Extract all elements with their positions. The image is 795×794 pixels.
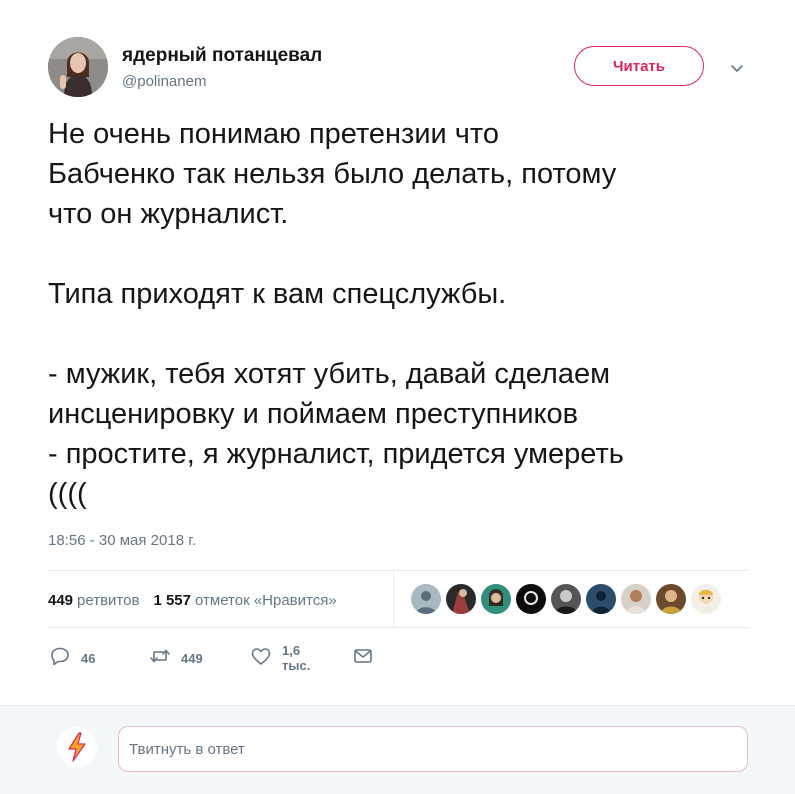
tweet-line-blank [48,314,748,354]
tweet-stats: 449 ретвитов 1 557 отметок «Нравится» [48,588,337,612]
liker-avatar[interactable] [690,583,722,615]
chevron-down-icon[interactable] [727,58,747,78]
reply-bar [0,705,795,794]
author-avatar[interactable] [48,37,108,97]
tweet-line: - мужик, тебя хотят убить, давай сделаем [48,358,611,390]
reply-icon [48,644,72,673]
direct-message-button[interactable] [351,646,375,670]
stats-divider [393,571,394,627]
author-name[interactable]: ядерный потанцевал [122,45,322,67]
like-count: 1,6 тыс. [282,643,311,673]
like-button[interactable]: 1,6 тыс. [249,643,311,673]
divider [48,627,748,628]
tweet-line-blank [48,234,748,274]
retweets-count[interactable]: 449 [48,592,73,609]
heart-icon [249,644,273,673]
liker-avatar[interactable] [480,583,512,615]
retweet-icon [148,644,172,673]
tweet-line: Не очень понимаю претензии что [48,118,500,150]
liker-avatar[interactable] [410,583,442,615]
liker-avatar[interactable] [620,583,652,615]
likes-label[interactable]: отметок «Нравится» [195,592,337,609]
liker-avatar[interactable] [585,583,617,615]
divider [48,570,748,571]
retweets-label[interactable]: ретвитов [77,592,139,609]
likes-count[interactable]: 1 557 [153,592,191,609]
reply-input[interactable] [118,726,748,772]
retweet-button[interactable]: 449 [148,646,203,670]
liker-avatar[interactable] [515,583,547,615]
tweet-line: инсценировку и поймаем преступников [48,398,579,430]
tweet-line: Бабченко так нельзя было делать, потому [48,158,617,190]
tweet-line: - простите, я журналист, придется умерет… [48,438,624,470]
current-user-avatar[interactable] [57,727,97,767]
tweet-line: (((( [48,478,87,510]
retweet-count: 449 [181,650,203,666]
follow-button[interactable]: Читать [574,46,704,86]
envelope-icon [351,644,375,673]
tweet-card: ядерный потанцевал @polinanem Читать Не … [0,0,795,794]
tweet-line: что он журналист. [48,198,289,230]
reply-button[interactable]: 46 [48,646,95,670]
liker-avatar[interactable] [445,583,477,615]
liker-avatar[interactable] [655,583,687,615]
tweet-line: Типа приходят к вам спецслужбы. [48,278,507,310]
author-handle[interactable]: @polinanem [122,73,206,90]
reply-count: 46 [81,650,96,666]
liker-avatar[interactable] [550,583,582,615]
tweet-timestamp[interactable]: 18:56 - 30 мая 2018 г. [48,532,196,549]
tweet-text: Не очень понимаю претензии что Бабченко … [48,114,748,514]
